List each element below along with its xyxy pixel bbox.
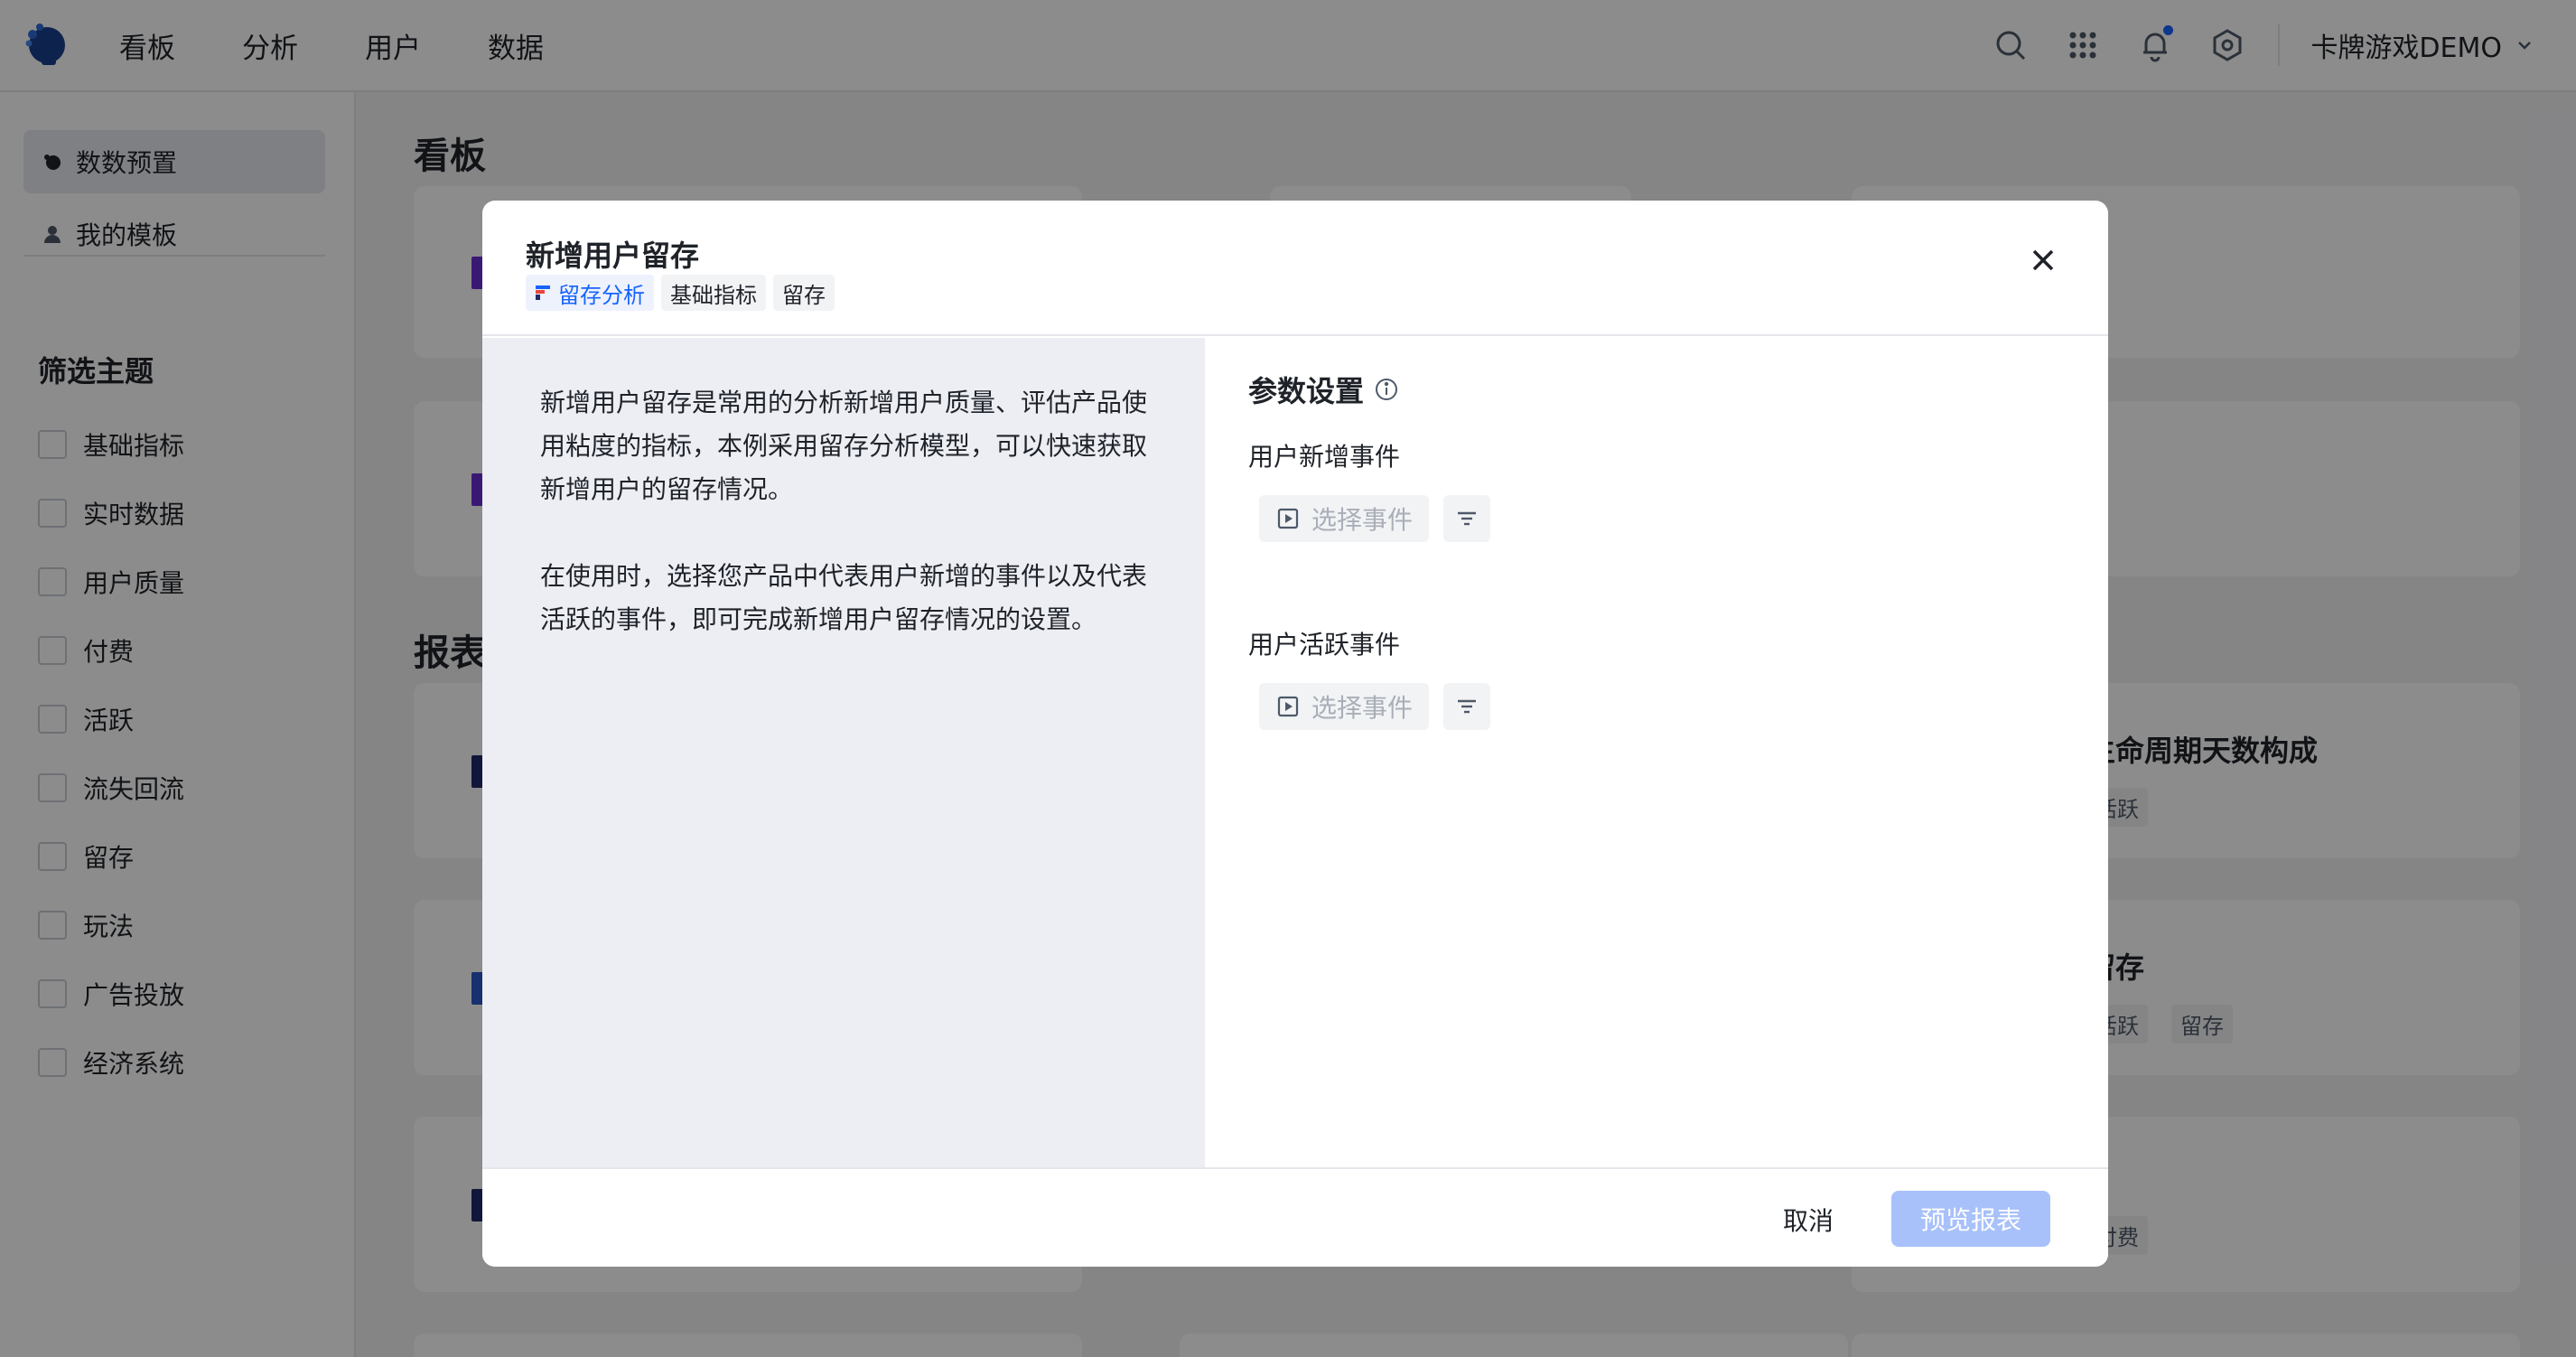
params-title-label: 参数设置 bbox=[1248, 374, 1365, 408]
new-user-event-row: 选择事件 bbox=[1259, 495, 1491, 542]
description-paragraph: 在使用时，选择您产品中代表用户新增的事件以及代表活跃的事件，即可完成新增用户留存… bbox=[540, 561, 1148, 634]
info-icon[interactable] bbox=[1373, 376, 1400, 403]
field-label-new-user-event: 用户新增事件 bbox=[1248, 442, 1401, 472]
filter-icon bbox=[1458, 511, 1477, 526]
tag-retention-analysis: 留存分析 bbox=[526, 275, 654, 311]
tag-label: 留存分析 bbox=[558, 282, 645, 308]
cancel-button[interactable]: 取消 bbox=[1783, 1194, 1834, 1245]
filter-button[interactable] bbox=[1443, 683, 1491, 730]
field-label-active-user-event: 用户活跃事件 bbox=[1248, 630, 1401, 660]
preview-report-button[interactable]: 预览报表 bbox=[1891, 1191, 2050, 1247]
modal-tags: 留存分析 基础指标 留存 bbox=[526, 275, 835, 311]
filter-icon bbox=[1458, 699, 1477, 714]
description-paragraph: 新增用户留存是常用的分析新增用户质量、评估产品使用粘度的指标，本例采用留存分析模… bbox=[540, 388, 1148, 504]
event-icon bbox=[1277, 696, 1299, 717]
description-text: 新增用户留存是常用的分析新增用户质量、评估产品使用粘度的指标，本例采用留存分析模… bbox=[540, 381, 1163, 641]
modal-footer: 取消 预览报表 bbox=[482, 1167, 2108, 1267]
active-user-event-row: 选择事件 bbox=[1259, 683, 1491, 730]
select-event-placeholder: 选择事件 bbox=[1311, 505, 1414, 535]
tag-basic-metrics: 基础指标 bbox=[661, 275, 766, 311]
select-event-button[interactable]: 选择事件 bbox=[1259, 683, 1430, 730]
filter-button[interactable] bbox=[1443, 495, 1491, 542]
event-icon bbox=[1277, 508, 1299, 529]
params-panel: 参数设置 用户新增事件 选择事件 用户活跃事件 选择事件 bbox=[1205, 338, 2108, 1167]
params-title: 参数设置 bbox=[1248, 369, 1400, 410]
select-event-placeholder: 选择事件 bbox=[1311, 693, 1414, 723]
description-panel: 新增用户留存是常用的分析新增用户质量、评估产品使用粘度的指标，本例采用留存分析模… bbox=[482, 338, 1205, 1167]
retention-analysis-icon bbox=[536, 285, 550, 300]
modal-header: 新增用户留存 留存分析 基础指标 留存 bbox=[482, 201, 2108, 336]
select-event-button[interactable]: 选择事件 bbox=[1259, 495, 1430, 542]
tag-retention: 留存 bbox=[773, 275, 835, 311]
template-modal: 新增用户留存 留存分析 基础指标 留存 新增用户留存是常用的分析新增用户质量、评… bbox=[482, 201, 2108, 1267]
modal-title: 新增用户留存 bbox=[526, 239, 700, 273]
close-icon[interactable] bbox=[2025, 242, 2061, 278]
